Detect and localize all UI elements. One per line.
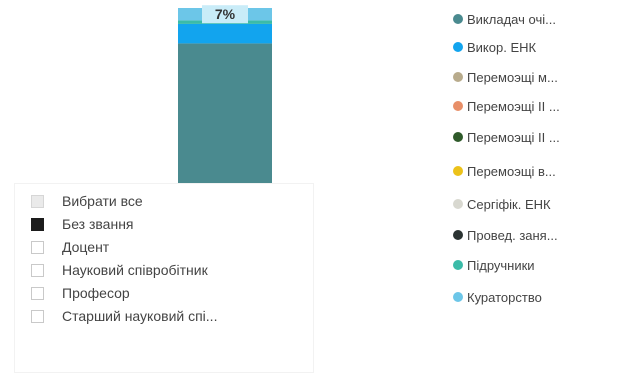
legend-label: Викор. ЕНК <box>467 39 537 55</box>
checkbox[interactable] <box>31 263 44 277</box>
slicer-item-researcher[interactable]: Науковий співробітник <box>31 260 208 280</box>
legend-item[interactable]: Перемоэщі м... <box>453 66 558 88</box>
legend-marker <box>453 132 463 142</box>
legend-item[interactable]: Перемоэщі ІІ ... <box>453 95 560 117</box>
legend-item[interactable]: Перемоэщі в... <box>453 160 556 182</box>
legend-item[interactable]: Викор. ЕНК <box>453 36 536 58</box>
legend-item[interactable]: Кураторство <box>453 286 542 308</box>
legend-label: Провед. заня... <box>467 227 558 243</box>
checkbox[interactable] <box>31 240 44 254</box>
slicer-item-select-all[interactable]: Вибрати все <box>31 191 143 211</box>
legend-marker <box>453 42 463 52</box>
title-slicer: Вибрати все Без звання Доцент Науковий с… <box>14 183 314 373</box>
legend-marker <box>453 230 463 240</box>
legend-item[interactable]: Сергіфік. ЕНК <box>453 193 551 215</box>
legend-marker <box>453 199 463 209</box>
legend-label: Перемоэщі ІІ ... <box>467 98 560 114</box>
checkbox[interactable] <box>31 217 44 231</box>
legend-marker <box>453 166 463 176</box>
legend-label: Кураторство <box>467 289 542 305</box>
checkbox[interactable] <box>31 309 44 323</box>
legend-item[interactable]: Підручники <box>453 254 535 276</box>
legend-label: Підручники <box>467 257 535 273</box>
slicer-item-label: Доцент <box>62 239 110 255</box>
legend-marker <box>453 14 463 24</box>
legend-marker <box>453 72 463 82</box>
legend-label: Перемоэщі ІІ ... <box>467 129 560 145</box>
slicer-item-no-title[interactable]: Без звання <box>31 214 134 234</box>
legend-item[interactable]: Перемоэщі ІІ ... <box>453 126 560 148</box>
legend-item[interactable]: Викладач очі... <box>453 8 556 30</box>
slicer-item-professor[interactable]: Професор <box>31 283 130 303</box>
data-label: 7% <box>215 6 236 22</box>
legend-marker <box>453 292 463 302</box>
chart-legend: Викладач очі... Викор. ЕНК Перемоэщі м..… <box>453 0 632 320</box>
select-all-checkbox[interactable] <box>31 194 44 208</box>
legend-label: Сергіфік. ЕНК <box>467 196 551 212</box>
legend-label: Перемоэщі в... <box>467 163 556 179</box>
stacked-bar-chart: 7% <box>0 0 430 190</box>
bar-segment-1[interactable] <box>178 43 272 186</box>
slicer-item-label: Без звання <box>62 216 134 232</box>
slicer-item-senior-researcher[interactable]: Старший науковий спі... <box>31 306 217 326</box>
legend-marker <box>453 101 463 111</box>
legend-item[interactable]: Провед. заня... <box>453 224 558 246</box>
slicer-item-docent[interactable]: Доцент <box>31 237 109 257</box>
bar-chart-svg: 7% <box>178 5 272 186</box>
legend-label: Перемоэщі м... <box>467 69 558 85</box>
bar-segment-2[interactable] <box>178 23 272 44</box>
legend-label: Викладач очі... <box>467 11 556 27</box>
slicer-item-label: Науковий співробітник <box>62 262 208 278</box>
checkbox[interactable] <box>31 286 44 300</box>
slicer-item-label: Професор <box>62 285 130 301</box>
legend-marker <box>453 260 463 270</box>
slicer-item-label: Вибрати все <box>62 193 143 209</box>
slicer-item-label: Старший науковий спі... <box>62 308 218 324</box>
